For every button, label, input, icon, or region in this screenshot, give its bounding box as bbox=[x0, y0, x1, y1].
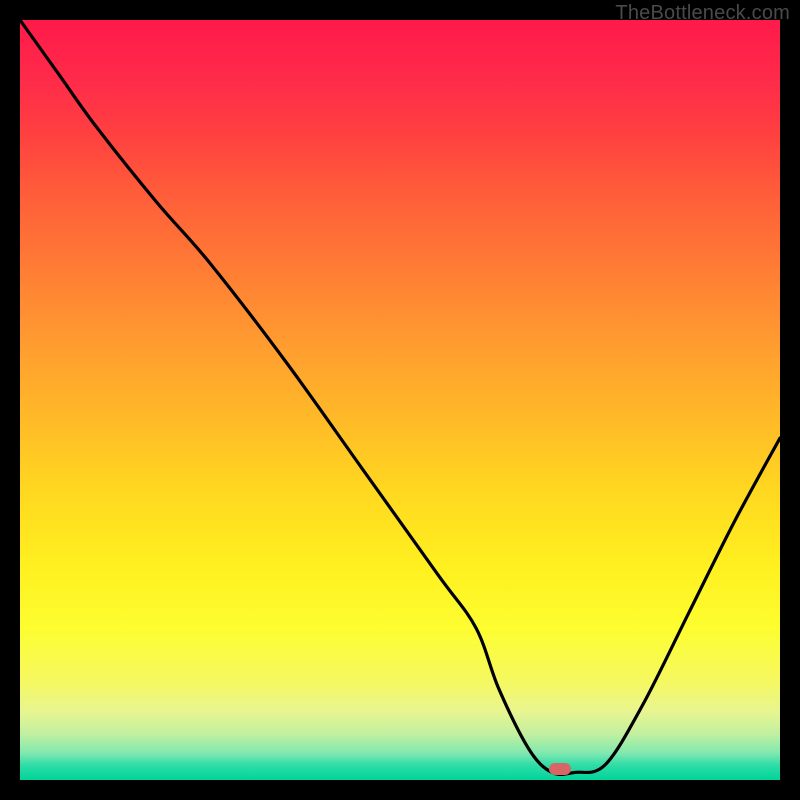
gradient-background bbox=[20, 20, 780, 780]
optimal-marker bbox=[549, 763, 571, 775]
chart-container: TheBottleneck.com bbox=[0, 0, 800, 800]
plot-area bbox=[20, 20, 780, 780]
